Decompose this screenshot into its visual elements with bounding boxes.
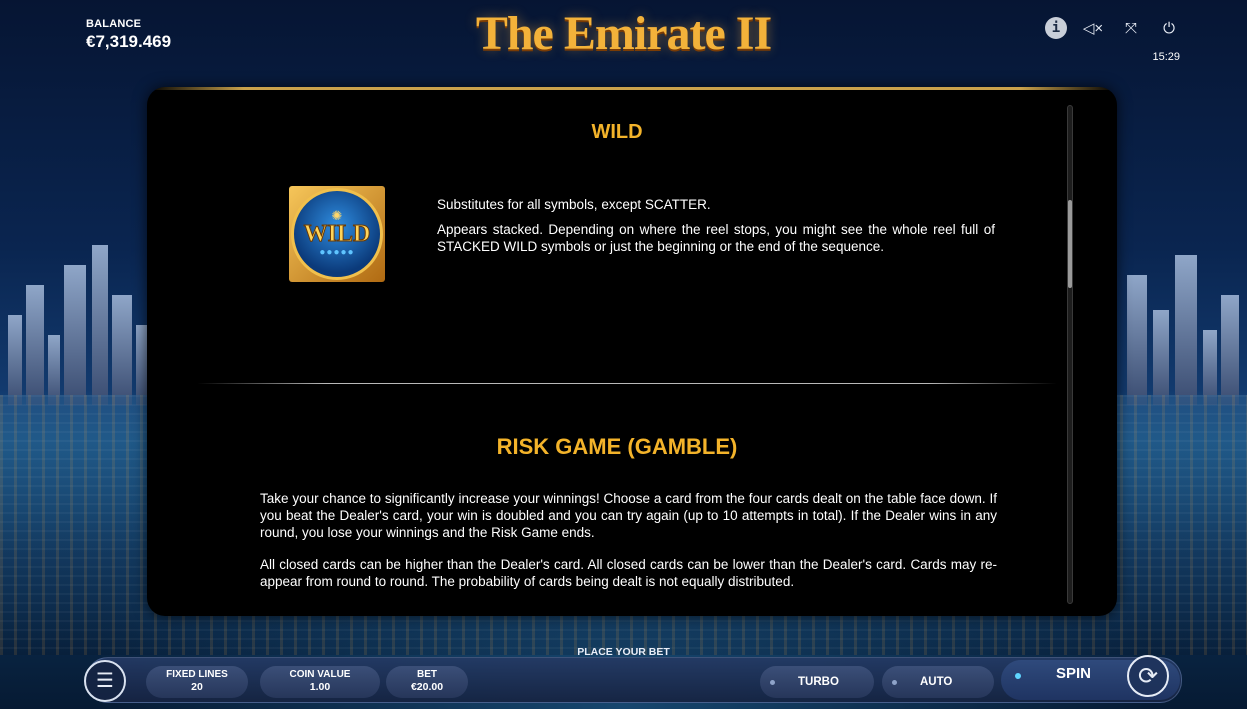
menu-button[interactable]: ☰ bbox=[84, 660, 126, 702]
section-divider bbox=[197, 383, 1057, 384]
spin-label[interactable]: SPIN bbox=[1056, 665, 1091, 682]
wild-symbol-text: WILD bbox=[303, 220, 371, 247]
fixed-lines-value: 20 bbox=[191, 681, 203, 693]
turbo-label: TURBO bbox=[798, 676, 839, 688]
coin-value-value: 1.00 bbox=[309, 681, 331, 693]
spin-button[interactable]: ⟳ bbox=[1127, 655, 1169, 697]
spin-arrows-icon: ⟳ bbox=[1137, 662, 1159, 690]
turbo-indicator-icon bbox=[770, 679, 775, 685]
info-icon[interactable]: i bbox=[1045, 17, 1067, 39]
wild-paragraph: Appears stacked. Depending on where the … bbox=[437, 222, 995, 254]
wild-symbol-badge: ✺ WILD ●●●●● bbox=[291, 188, 383, 280]
coin-value-label: COIN VALUE bbox=[289, 669, 351, 680]
city-skyline-left bbox=[0, 215, 160, 405]
top-icon-bar: i ◁× ⤧ ⏻ bbox=[1045, 16, 1181, 40]
panel-top-border bbox=[147, 87, 1117, 90]
bet-selector[interactable]: BET €20.00 bbox=[386, 666, 468, 698]
wild-rays-icon: ✺ bbox=[331, 207, 343, 223]
bet-value: €20.00 bbox=[410, 681, 444, 693]
coin-value-selector[interactable]: COIN VALUE 1.00 bbox=[260, 666, 380, 698]
power-icon[interactable]: ⏻ bbox=[1157, 16, 1181, 40]
scrollbar-thumb[interactable] bbox=[1068, 200, 1072, 288]
spin-indicator-icon bbox=[1015, 673, 1021, 679]
city-skyline-right bbox=[1107, 215, 1247, 405]
risk-paragraph: All closed cards can be higher than the … bbox=[260, 557, 997, 589]
risk-section-title: RISK GAME (GAMBLE) bbox=[496, 434, 738, 459]
wild-symbol-icon: ✺ WILD ●●●●● bbox=[289, 186, 385, 282]
bet-label: BET bbox=[417, 669, 437, 680]
turbo-button[interactable]: TURBO bbox=[760, 666, 874, 698]
wild-description: Substitutes for all symbols, except SCAT… bbox=[437, 196, 995, 263]
risk-description: Take your chance to significantly increa… bbox=[260, 490, 997, 605]
auto-label: AUTO bbox=[920, 676, 953, 688]
fixed-lines-label: FIXED LINES bbox=[166, 669, 228, 680]
mute-icon[interactable]: ◁× bbox=[1081, 16, 1105, 40]
fullscreen-icon[interactable]: ⤧ bbox=[1119, 16, 1143, 40]
panel-scrollbar[interactable] bbox=[1067, 105, 1073, 604]
auto-button[interactable]: AUTO bbox=[882, 666, 994, 698]
hamburger-icon: ☰ bbox=[96, 670, 114, 692]
risk-paragraph: Take your chance to significantly increa… bbox=[260, 491, 997, 540]
gems-icon: ●●●●● bbox=[319, 246, 355, 258]
info-panel: WILD ✺ WILD ●●●●● Substitutes for all sy… bbox=[147, 87, 1117, 616]
wild-paragraph: Substitutes for all symbols, except SCAT… bbox=[437, 197, 711, 212]
auto-indicator-icon bbox=[892, 679, 897, 685]
clock: 15:29 bbox=[1152, 51, 1180, 63]
wild-section-title: WILD bbox=[591, 121, 643, 143]
fixed-lines-display: FIXED LINES 20 bbox=[146, 666, 248, 698]
